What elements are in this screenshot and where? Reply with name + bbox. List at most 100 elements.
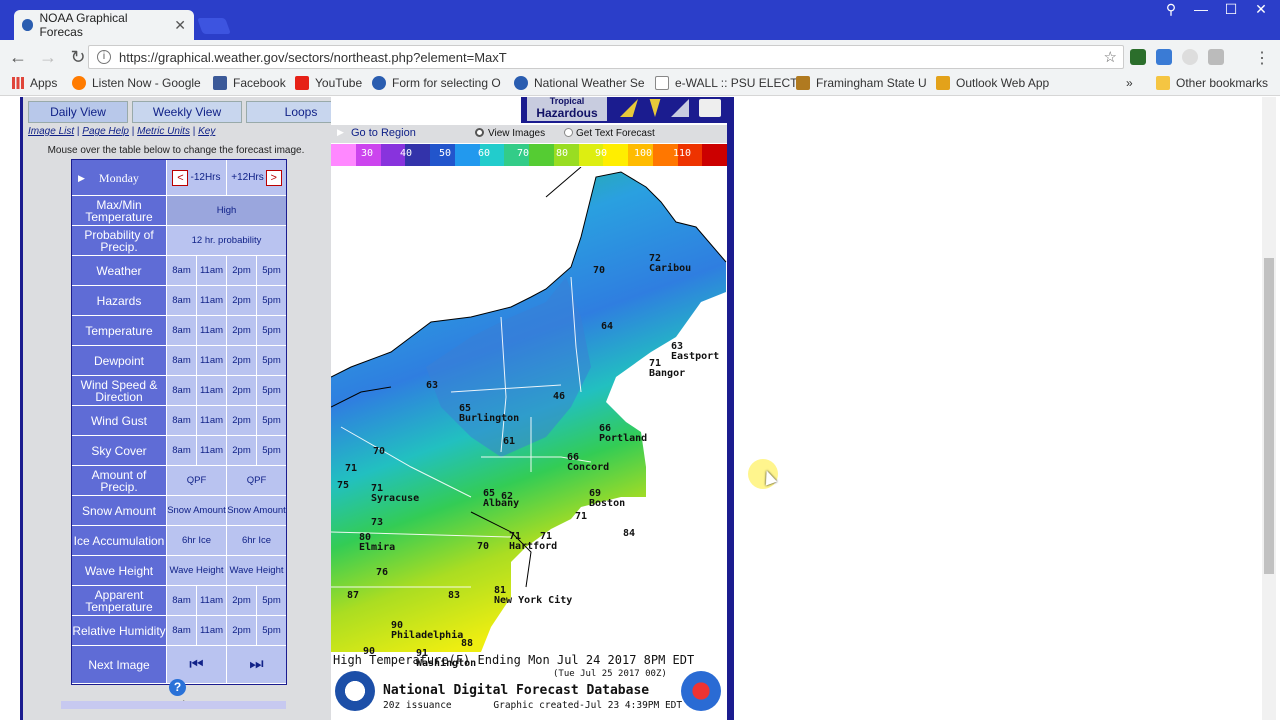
forecast-time-cell[interactable]: 5pm (256, 436, 286, 465)
forecast-row-label[interactable]: Probability of Precip. (72, 226, 167, 255)
maximize-icon[interactable]: ☐ (1218, 0, 1244, 18)
forecast-time-cell[interactable]: 5pm (256, 406, 286, 435)
new-tab-button[interactable] (197, 18, 231, 34)
forecast-time-cell[interactable]: Wave Height (167, 556, 226, 585)
forecast-time-cell[interactable]: 11am (196, 586, 226, 615)
forecast-row-label[interactable]: Wind Gust (72, 406, 167, 435)
url-text[interactable]: https://graphical.weather.gov/sectors/no… (119, 50, 507, 65)
forecast-time-cell[interactable]: 12 hr. probability (167, 226, 286, 255)
forecast-row-label[interactable]: Hazards (72, 286, 167, 315)
forecast-row-label[interactable]: Amount of Precip. (72, 466, 167, 495)
forecast-time-cell[interactable]: 5pm (256, 316, 286, 345)
forecast-row-label[interactable]: Relative Humidity (72, 616, 167, 645)
bookmark-nws[interactable]: National Weather Se (514, 76, 645, 90)
forecast-row-label[interactable]: Wave Height (72, 556, 167, 585)
forecast-row-label[interactable]: Temperature (72, 316, 167, 345)
profile-icon[interactable]: ⚲ (1158, 0, 1184, 18)
bookmark-ewall[interactable]: e-WALL :: PSU ELECTR (655, 76, 806, 90)
forecast-time-cell[interactable]: 5pm (256, 586, 286, 615)
forecast-row-label[interactable]: Apparent Temperature (72, 586, 167, 615)
reload-icon[interactable]: ↻ (66, 47, 90, 68)
bookmark-youtube[interactable]: YouTube (295, 76, 362, 90)
bookmark-facebook[interactable]: Facebook (213, 76, 286, 90)
forecast-time-cell[interactable]: 6hr Ice (167, 526, 226, 555)
forecast-time-cell[interactable]: 8am (167, 316, 196, 345)
chrome-menu-icon[interactable]: ⋮ (1254, 48, 1270, 68)
radio-view-images-icon[interactable] (475, 128, 484, 137)
forecast-time-cell[interactable]: 2pm (226, 346, 256, 375)
forecast-time-cell[interactable]: High (167, 196, 286, 225)
forecast-time-cell[interactable]: 5pm (256, 286, 286, 315)
forecast-time-cell[interactable]: 5pm (256, 616, 286, 645)
forecast-time-cell[interactable]: 8am (167, 346, 196, 375)
forecast-row-label[interactable]: Ice Accumulation (72, 526, 167, 555)
extension-circle-icon[interactable] (1182, 49, 1198, 65)
tab-weekly-view[interactable]: Weekly View (132, 101, 242, 123)
bookmark-apps[interactable]: Apps (12, 76, 57, 90)
forecast-time-cell[interactable]: 8am (167, 586, 196, 615)
go-to-region-link[interactable]: Go to Region (351, 127, 416, 139)
extension-reader-icon[interactable] (1156, 49, 1172, 65)
forecast-time-cell[interactable]: 2pm (226, 406, 256, 435)
forecast-time-cell[interactable]: 5pm (256, 256, 286, 285)
forecast-row-label[interactable]: Sky Cover (72, 436, 167, 465)
forecast-time-cell[interactable]: 6hr Ice (226, 526, 286, 555)
forecast-time-cell[interactable]: Snow Amount (167, 496, 226, 525)
info-icon[interactable]: i (97, 50, 111, 64)
forecast-time-cell[interactable]: 2pm (226, 316, 256, 345)
forecast-time-cell[interactable]: 5pm (256, 376, 286, 405)
bookmark-star-icon[interactable]: ☆ (1104, 48, 1117, 66)
hazardous-button[interactable]: Tropical Hazardous (527, 97, 607, 121)
bookmark-listen-now[interactable]: Listen Now - Google (72, 76, 201, 90)
forecast-time-cell[interactable]: 11am (196, 346, 226, 375)
forecast-time-cell[interactable]: 11am (196, 616, 226, 645)
forecast-row-label[interactable]: Max/Min Temperature (72, 196, 167, 225)
forecast-row-label[interactable]: Weather (72, 256, 167, 285)
forecast-time-cell[interactable]: 2pm (226, 376, 256, 405)
scrollbar-thumb[interactable] (1264, 258, 1274, 574)
plus-12hrs-button[interactable]: +12Hrs > (226, 160, 286, 195)
forecast-time-cell[interactable]: 8am (167, 286, 196, 315)
forecast-time-cell[interactable]: Wave Height (226, 556, 286, 585)
forecast-time-cell[interactable]: 8am (167, 256, 196, 285)
forecast-time-cell[interactable]: 2pm (226, 586, 256, 615)
forward-icon[interactable]: → (36, 47, 60, 68)
forecast-time-cell[interactable]: 11am (196, 376, 226, 405)
forecast-time-cell[interactable]: Snow Amount (226, 496, 286, 525)
forecast-time-cell[interactable]: 8am (167, 436, 196, 465)
forecast-time-cell[interactable]: 8am (167, 406, 196, 435)
help-question-icon[interactable]: ? (169, 679, 186, 696)
link-key[interactable]: Key (198, 126, 215, 137)
browser-tab[interactable]: NOAA Graphical Forecas ✕ (14, 10, 194, 40)
extension-check-icon[interactable] (1130, 49, 1146, 65)
forecast-time-cell[interactable]: 8am (167, 376, 196, 405)
forecast-time-cell[interactable]: 11am (196, 406, 226, 435)
link-image-list[interactable]: Image List (28, 126, 74, 137)
forecast-time-cell[interactable]: 8am (167, 616, 196, 645)
tab-daily-view[interactable]: Daily View (28, 101, 128, 123)
back-icon[interactable]: ← (6, 47, 30, 68)
printer-icon[interactable] (699, 99, 721, 117)
forecast-time-cell[interactable]: 11am (196, 286, 226, 315)
forecast-time-cell[interactable]: 11am (196, 256, 226, 285)
other-bookmarks[interactable]: Other bookmarks (1156, 76, 1268, 90)
bookmarks-overflow[interactable]: » (1126, 76, 1133, 90)
close-window-icon[interactable]: ✕ (1248, 0, 1274, 18)
extension-k-icon[interactable] (1208, 49, 1224, 65)
forecast-time-cell[interactable]: 11am (196, 436, 226, 465)
skip-back-icon[interactable]: ⏮ (167, 646, 226, 683)
bookmark-form-selecting[interactable]: Form for selecting O (372, 76, 501, 90)
forecast-time-cell[interactable]: 2pm (226, 616, 256, 645)
forecast-row-label[interactable]: Wind Speed & Direction (72, 376, 167, 405)
forecast-time-cell[interactable]: QPF (226, 466, 286, 495)
bookmark-framingham[interactable]: Framingham State U (796, 76, 927, 90)
panel-scrollbar[interactable] (61, 701, 286, 709)
forecast-time-cell[interactable]: 11am (196, 316, 226, 345)
skip-forward-icon[interactable]: ⏭ (226, 646, 286, 683)
address-bar[interactable]: i https://graphical.weather.gov/sectors/… (88, 45, 1124, 69)
forecast-row-label[interactable]: Snow Amount (72, 496, 167, 525)
forecast-time-cell[interactable]: 2pm (226, 256, 256, 285)
bookmark-outlook[interactable]: Outlook Web App (936, 76, 1049, 90)
link-metric-units[interactable]: Metric Units (137, 126, 190, 137)
link-page-help[interactable]: Page Help (82, 126, 129, 137)
